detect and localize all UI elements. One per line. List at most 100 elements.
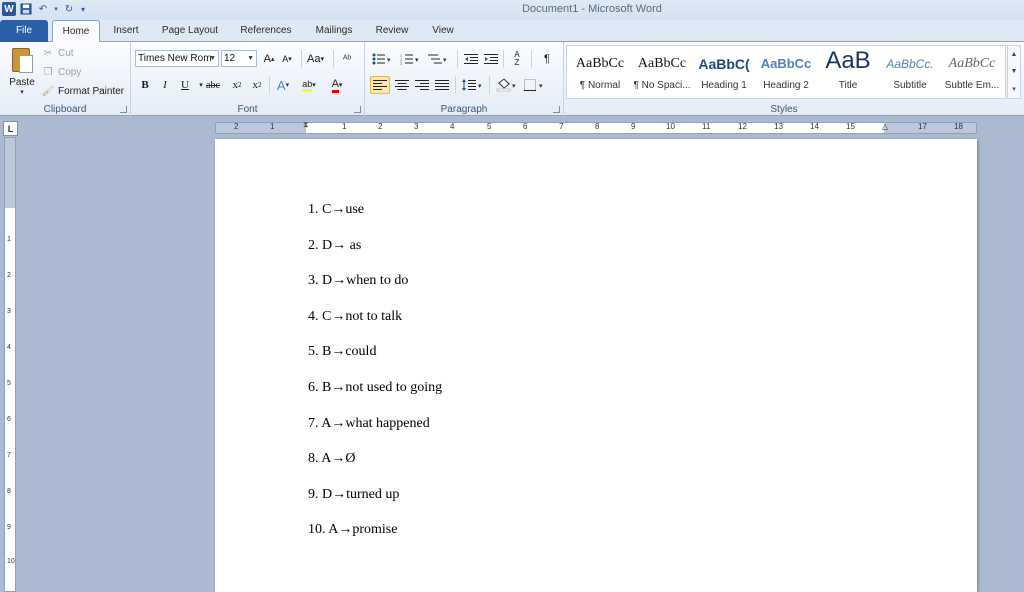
style-heading-1[interactable]: AaBbC( Heading 1 [693, 46, 755, 100]
format-painter-button[interactable]: 🖌 Format Painter [42, 83, 124, 99]
italic-button[interactable]: I [157, 76, 173, 94]
superscript-button[interactable]: x2 [249, 76, 265, 94]
ruler-number: 18 [954, 122, 963, 131]
clipboard-launcher-icon[interactable] [120, 106, 127, 113]
style-subtle-emphasis-sample: AaBbCc [948, 56, 996, 71]
indent-marker-icon[interactable]: ⧗ [303, 120, 310, 136]
text-effects-button[interactable]: A ▾ [275, 76, 291, 94]
vruler-number: 7 [7, 452, 11, 459]
style-heading-2[interactable]: AaBbCc Heading 2 [755, 46, 817, 100]
align-right-icon [415, 80, 429, 90]
clear-formatting-button[interactable]: ᴬᵇ [339, 50, 355, 68]
document-line[interactable]: 1. C→use [308, 201, 442, 237]
text-effects-label: A [276, 77, 286, 93]
scroll-down-icon[interactable]: ▼ [1011, 68, 1018, 75]
svg-text:▾: ▾ [415, 56, 419, 64]
cut-button[interactable]: ✂ Cut [42, 45, 74, 61]
tab-insert[interactable]: Insert [104, 20, 148, 42]
style-subtitle[interactable]: AaBbCc. Subtitle [879, 46, 941, 100]
document-body[interactable]: 1. C→use 2. D→ as 3. D→when to do 4. C→n… [308, 201, 442, 557]
document-line[interactable]: 7. A→what happened [308, 415, 442, 451]
align-center-button[interactable] [393, 76, 411, 94]
sort-button[interactable]: A Z [509, 50, 525, 68]
bold-button[interactable]: B [137, 76, 153, 94]
document-line[interactable]: 10. A→promise [308, 521, 442, 557]
style-normal-name: ¶ Normal [579, 80, 621, 91]
document-line[interactable]: 2. D→ as [308, 237, 442, 273]
tab-view[interactable]: View [424, 20, 462, 42]
line-spacing-button[interactable]: ▾ [461, 76, 485, 94]
decrease-indent-button[interactable] [463, 50, 479, 68]
style-normal[interactable]: AaBbCc ¶ Normal [569, 46, 631, 100]
bullets-button[interactable]: ▾ [371, 50, 395, 68]
shrink-font-button[interactable]: A ▾ [279, 50, 295, 68]
show-hide-formatting-button[interactable]: ¶ [539, 50, 555, 68]
change-case-button[interactable]: Aa ▾ [307, 50, 324, 68]
styles-gallery: AaBbCc ¶ Normal AaBbCc ¶ No Spaci... AaB… [566, 45, 1006, 99]
borders-button[interactable]: ▾ [523, 76, 547, 94]
format-painter-label: Format Painter [58, 85, 125, 97]
strikethrough-button[interactable]: abc [205, 76, 221, 94]
document-line[interactable]: 3. D→when to do [308, 272, 442, 308]
paste-dropdown-icon[interactable]: ▾ [6, 88, 38, 96]
multilevel-list-button[interactable]: ▾ [427, 50, 451, 68]
horizontal-ruler[interactable]: 2 1 ⧗ 1 2 3 4 5 6 7 8 9 10 11 12 13 14 1… [215, 120, 977, 136]
style-title[interactable]: AaB Title [817, 46, 879, 100]
align-left-icon [373, 80, 387, 90]
align-right-button[interactable] [413, 76, 431, 94]
scroll-up-icon[interactable]: ▲ [1011, 51, 1018, 58]
tab-file[interactable]: File [0, 20, 48, 42]
increase-indent-button[interactable] [483, 50, 499, 68]
tab-selector[interactable]: L [3, 121, 18, 136]
font-size-dropdown-icon[interactable]: ▼ [247, 51, 254, 66]
tab-home[interactable]: Home [52, 20, 100, 43]
vertical-ruler[interactable]: 1 2 3 4 5 6 7 8 9 10 [4, 137, 16, 592]
borders-icon: ▾ [524, 79, 543, 91]
document-line[interactable]: 9. D→turned up [308, 486, 442, 522]
copy-button[interactable]: ❐ Copy [42, 64, 82, 80]
align-left-button[interactable] [370, 76, 390, 94]
more-styles-icon[interactable]: ▾ [1012, 85, 1016, 93]
document-line[interactable]: 5. B→could [308, 343, 442, 379]
font-name-dropdown-icon[interactable]: ▼ [209, 51, 216, 66]
grow-font-button[interactable]: A ▴ [261, 50, 277, 68]
ruler-number: 1 [342, 122, 347, 131]
ruler-number: 4 [450, 122, 455, 131]
style-subtitle-sample: AaBbCc. [886, 57, 934, 71]
subscript-button[interactable]: x2 [229, 76, 245, 94]
underline-label: U [181, 79, 189, 91]
document-line[interactable]: 6. B→not used to going [308, 379, 442, 415]
highlight-button[interactable]: ab ▾ [301, 76, 317, 94]
ruler-number: 10 [666, 122, 675, 131]
scissors-icon: ✂ [43, 47, 53, 59]
style-subtle-emphasis[interactable]: AaBbCc Subtle Em... [941, 46, 1003, 100]
ruler-number: 6 [523, 122, 528, 131]
justify-button[interactable] [433, 76, 451, 94]
tab-mailings[interactable]: Mailings [306, 20, 362, 42]
paragraph-launcher-icon[interactable] [553, 106, 560, 113]
paste-button[interactable]: Paste ▾ [6, 45, 38, 96]
cut-label: Cut [58, 47, 74, 59]
underline-button[interactable]: U [177, 76, 193, 94]
justify-icon [435, 80, 449, 90]
document-line[interactable]: 8. A→Ø [308, 450, 442, 486]
document-page[interactable]: 1. C→use 2. D→ as 3. D→when to do 4. C→n… [215, 139, 977, 592]
style-subtle-emphasis-name: Subtle Em... [944, 80, 1000, 91]
highlight-label: ab [302, 79, 313, 92]
font-size-combo[interactable]: 12 ▼ [221, 50, 257, 67]
align-center-icon [395, 80, 409, 90]
ribbon-tabs: File Home Insert Page Layout References … [0, 20, 1024, 43]
font-name-combo[interactable]: Times New Rom ▼ [135, 50, 219, 67]
shading-button[interactable]: ▾ [495, 76, 519, 94]
tab-review[interactable]: Review [370, 20, 414, 42]
svg-text:3: 3 [400, 61, 402, 65]
numbering-button[interactable]: 1 2 3 ▾ [399, 50, 423, 68]
tab-page-layout[interactable]: Page Layout [156, 20, 224, 42]
font-color-button[interactable]: A ▾ [329, 76, 345, 94]
font-launcher-icon[interactable] [354, 106, 361, 113]
styles-gallery-scroll[interactable]: ▲ ▼ ▾ [1007, 45, 1021, 99]
style-title-name: Title [838, 80, 858, 91]
document-line[interactable]: 4. C→not to talk [308, 308, 442, 344]
style-no-spacing[interactable]: AaBbCc ¶ No Spaci... [631, 46, 693, 100]
tab-references[interactable]: References [234, 20, 298, 42]
